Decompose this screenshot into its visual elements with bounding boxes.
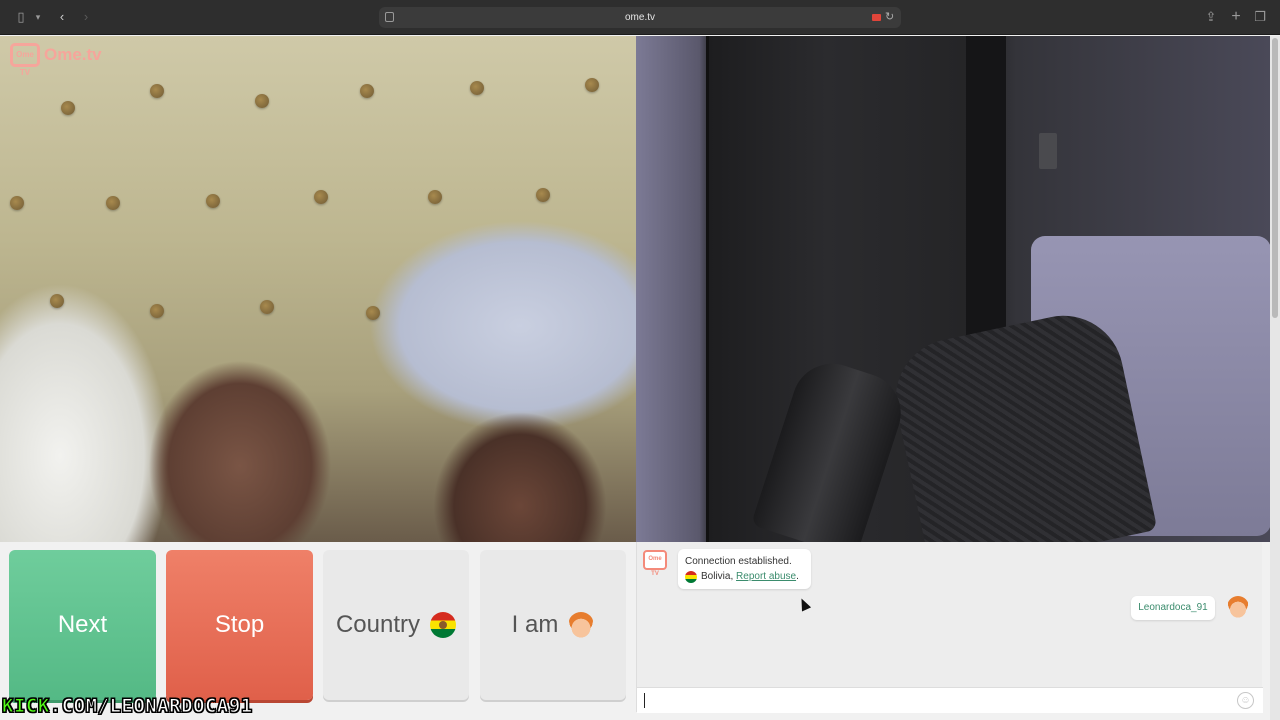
stranger-video xyxy=(0,36,636,542)
share-icon[interactable]: ⇪ xyxy=(1203,8,1219,26)
headboard-button xyxy=(50,294,64,308)
chat-panel: Ome TV Connection established. Bolivia, … xyxy=(636,542,1263,713)
page-scrollbar[interactable] xyxy=(1270,36,1280,720)
country-button[interactable]: Country xyxy=(323,550,469,700)
headboard-button xyxy=(585,78,599,92)
tabs-icon[interactable]: ❐ xyxy=(1252,8,1268,26)
headboard-button xyxy=(150,84,164,98)
country-line: Bolivia, Report abuse. xyxy=(685,569,804,584)
camera-recording-icon[interactable] xyxy=(872,14,881,21)
tv-logo-icon: Ome TV xyxy=(10,43,40,77)
watermark-kick: KICK xyxy=(2,695,50,718)
report-abuse-link[interactable]: Report abuse xyxy=(736,569,796,584)
headboard-button xyxy=(206,194,220,208)
stop-label: Stop xyxy=(214,611,265,638)
ometv-logo[interactable]: Ome TV Ome.tv xyxy=(10,42,102,77)
address-bar[interactable]: ome.tv ↻ xyxy=(379,7,901,28)
url-text: ome.tv xyxy=(624,12,655,23)
logo-text: Ome.tv xyxy=(44,45,102,64)
text-caret xyxy=(644,693,645,708)
smiley-icon[interactable]: ☺ xyxy=(1237,692,1254,709)
headboard-button xyxy=(106,196,120,210)
next-label: Next xyxy=(57,611,108,638)
headboard-button xyxy=(536,188,550,202)
system-message: Connection established. Bolivia, Report … xyxy=(678,549,811,589)
boy-emoji-icon xyxy=(1227,596,1249,618)
reload-icon[interactable]: ↻ xyxy=(885,7,894,28)
watermark-url: .COM/LEONARDOCA91 xyxy=(49,695,253,718)
country-name: Bolivia, xyxy=(701,571,734,582)
gender-label: I am xyxy=(511,611,559,638)
chevron-right-icon[interactable]: › xyxy=(79,8,93,26)
headboard-button xyxy=(260,300,274,314)
connection-status: Connection established. xyxy=(685,556,792,567)
headboard-button xyxy=(360,84,374,98)
chevron-left-icon[interactable]: ‹ xyxy=(55,8,69,26)
headboard-button xyxy=(366,306,380,320)
self-video xyxy=(636,36,1270,542)
headboard-button xyxy=(314,190,328,204)
scrollbar-thumb[interactable] xyxy=(1272,38,1278,318)
tv-logo-icon: Ome TV xyxy=(643,550,667,577)
plus-icon[interactable]: + xyxy=(1228,8,1244,26)
headboard-button xyxy=(10,196,24,210)
report-suffix: . xyxy=(796,571,799,582)
next-button[interactable]: Next xyxy=(9,550,156,700)
headboard-button xyxy=(61,101,75,115)
boy-emoji-icon xyxy=(568,612,595,638)
headboard-button xyxy=(150,304,164,318)
headboard-button xyxy=(255,94,269,108)
headboard-button xyxy=(428,190,442,204)
browser-toolbar: ▯ ▾ ‹ › ome.tv ↻ ⇪ + ❐ xyxy=(0,0,1280,35)
country-label: Country xyxy=(335,611,421,638)
bolivia-flag-icon xyxy=(430,612,457,638)
stream-watermark: KICK.COM/LEONARDOCA91 xyxy=(2,694,253,718)
gender-button[interactable]: I am xyxy=(480,550,626,700)
light-switch xyxy=(1039,133,1057,169)
chat-input[interactable]: ☺ xyxy=(637,687,1263,713)
bolivia-flag-icon xyxy=(685,570,697,583)
headboard-button xyxy=(470,81,484,95)
sidebar-icon[interactable]: ▯ xyxy=(12,8,30,26)
chevron-down-icon[interactable]: ▾ xyxy=(33,8,43,26)
user-name-bubble: Leonardoca_91 xyxy=(1131,596,1215,620)
stop-button[interactable]: Stop xyxy=(166,550,313,700)
